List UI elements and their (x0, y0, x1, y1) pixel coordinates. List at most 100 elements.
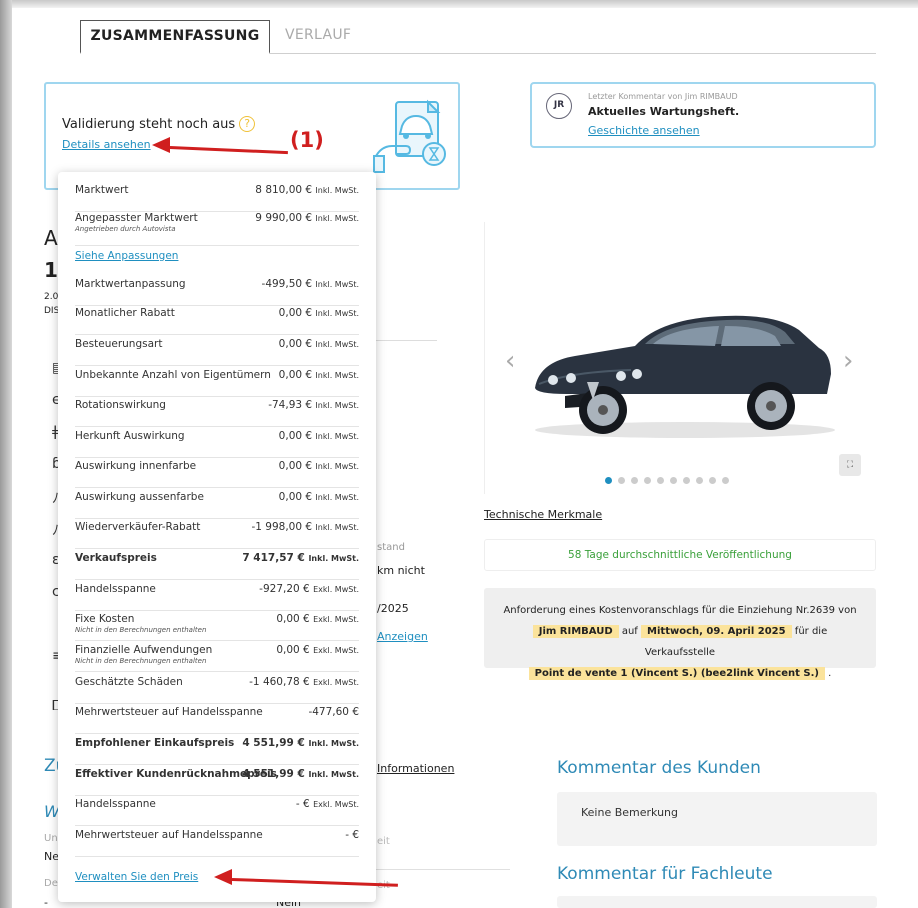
bg-divider (375, 340, 437, 341)
price-row: Besteuerungsart 0,00 € Inkl. MwSt. (75, 338, 359, 366)
quote-dot: . (828, 668, 832, 679)
tab-summary[interactable]: ZUSAMMENFASSUNG (80, 20, 270, 54)
price-row-amount: 0,00 € (278, 460, 313, 472)
price-row-value: 0,00 € Inkl. MwSt. (279, 460, 359, 472)
price-row-unit: Inkl. MwSt. (315, 462, 359, 471)
gallery-dot[interactable] (709, 477, 716, 484)
price-row-value: 0,00 € Inkl. MwSt. (279, 430, 359, 442)
expand-icon[interactable]: ⛶ (839, 454, 861, 476)
price-row-value: 0,00 € Inkl. MwSt. (279, 369, 359, 381)
bg-informationen-link[interactable]: Informationen (377, 762, 454, 775)
price-row: Auswirkung aussenfarbe 0,00 € Inkl. MwSt. (75, 491, 359, 519)
price-row-sublabel: Angetrieben durch Autovista (75, 225, 176, 233)
bg-stand: stand (377, 542, 405, 553)
technical-features-link[interactable]: Technische Merkmale (484, 508, 602, 521)
gallery-prev-button[interactable]: ‹ (505, 346, 515, 376)
price-row: Unbekannte Anzahl von Eigentümern 0,00 € … (75, 369, 359, 397)
annotation-arrowhead-2 (214, 869, 232, 885)
price-row-amount: - € (295, 798, 310, 810)
price-row-amount: 0,00 € (278, 430, 313, 442)
bg-anzeigen-link[interactable]: Anzeigen (377, 630, 428, 643)
price-row-value: -927,20 € Exkl. MwSt. (259, 583, 359, 595)
customer-comment-title: Kommentar des Kunden (557, 758, 761, 778)
price-row-unit: Inkl. MwSt. (315, 523, 359, 532)
price-row-unit: Inkl. MwSt. (315, 309, 359, 318)
price-row-amount: 0,00 € (278, 307, 313, 319)
price-row-amount: - € (345, 829, 359, 841)
price-row-amount: 4 551,99 € (242, 737, 305, 749)
price-row-label: Rotationswirkung (75, 399, 166, 411)
price-row-amount: -1 460,78 € (249, 676, 310, 688)
price-row-value: 0,00 € Exkl. MwSt. (276, 644, 359, 656)
price-row: Rotationswirkung -74,93 € Inkl. MwSt. (75, 399, 359, 427)
price-row-label: Unbekannte Anzahl von Eigentümern (75, 369, 271, 381)
car-document-illustration-icon (373, 99, 446, 173)
car-gallery: ‹ › ⛶ (484, 222, 876, 494)
history-link[interactable]: Geschichte ansehen (588, 124, 700, 137)
bg-ne: Ne (44, 850, 59, 863)
price-row: Mehrwertsteuer auf Handelsspanne -477,60 … (75, 706, 359, 734)
tab-bar: ZUSAMMENFASSUNG VERLAUF (80, 20, 876, 54)
gallery-dot[interactable] (722, 477, 729, 484)
price-row-value: -1 998,00 € Inkl. MwSt. (252, 521, 360, 533)
gallery-next-button[interactable]: › (843, 346, 853, 376)
price-row-value: 0,00 € Inkl. MwSt. (279, 307, 359, 319)
price-row-label: Handelsspanne (75, 583, 156, 595)
price-row: Mehrwertsteuer auf Handelsspanne - € (75, 829, 359, 857)
price-row-unit: Inkl. MwSt. (315, 432, 359, 441)
price-row-amount: -1 998,00 € (251, 521, 313, 533)
price-row: Marktwertanpassung -499,50 € Inkl. MwSt. (75, 278, 359, 306)
price-row-unit: Exkl. MwSt. (313, 800, 359, 809)
price-row-unit: Inkl. MwSt. (315, 401, 359, 410)
price-row: Handelsspanne - € Exkl. MwSt. (75, 798, 359, 826)
price-row-amount: 0,00 € (276, 613, 310, 625)
price-row-amount: 9 990,00 € (255, 212, 313, 224)
price-row-unit: Inkl. MwSt. (308, 739, 359, 748)
bg-heading-a: A (44, 226, 58, 250)
avatar: JR (546, 93, 572, 119)
price-row-value: -74,93 € Inkl. MwSt. (268, 399, 359, 411)
gallery-dot[interactable] (644, 477, 651, 484)
price-row: Wiederverkäufer-Rabatt -1 998,00 € Inkl. … (75, 521, 359, 549)
price-row-label: Marktwert (75, 184, 129, 196)
price-row: Effektiver Kundenrücknahmepreis 4 551,99 … (75, 768, 359, 796)
price-row-unit: Exkl. MwSt. (313, 646, 359, 655)
price-row-value: -477,60 € (308, 706, 359, 718)
price-row: Verkaufspreis 7 417,57 € Inkl. MwSt. (75, 552, 359, 580)
manage-price-link[interactable]: Verwalten Sie den Preis (75, 871, 198, 883)
gallery-dot[interactable] (670, 477, 677, 484)
price-row: Handelsspanne -927,20 € Exkl. MwSt. (75, 583, 359, 611)
bg-eit-1: eit (377, 836, 390, 847)
price-row-label: Besteuerungsart (75, 338, 163, 350)
price-row-label: Monatlicher Rabatt (75, 307, 175, 319)
gallery-dot[interactable] (657, 477, 664, 484)
price-row-unit: Inkl. MwSt. (315, 214, 359, 223)
tab-history[interactable]: VERLAUF (285, 20, 351, 54)
price-row-value: 4 551,99 € Inkl. MwSt. (242, 768, 359, 780)
price-details-popup: Siehe Anpassungen Verwalten Sie den Prei… (58, 172, 376, 902)
price-row-unit: Inkl. MwSt. (315, 493, 359, 502)
price-row-unit: Exkl. MwSt. (313, 678, 359, 687)
price-row-value: 4 551,99 € Inkl. MwSt. (242, 737, 359, 749)
bg-km: km nicht (377, 564, 425, 577)
gallery-dot[interactable] (696, 477, 703, 484)
see-adjustments-link[interactable]: Siehe Anpassungen (75, 250, 178, 262)
price-row-unit: Inkl. MwSt. (315, 340, 359, 349)
gallery-dot[interactable] (631, 477, 638, 484)
help-icon[interactable]: ? (239, 116, 256, 132)
gallery-dot[interactable] (683, 477, 690, 484)
price-row-unit: Inkl. MwSt. (315, 186, 359, 195)
car-photo (535, 315, 835, 438)
price-row-amount: 8 810,00 € (255, 184, 313, 196)
price-row-amount: 4 551,99 € (242, 768, 305, 780)
price-row: Finanzielle Aufwendungen Nicht in den Ber… (75, 644, 359, 672)
price-row-value: -1 460,78 € Exkl. MwSt. (249, 676, 359, 688)
gallery-dot[interactable] (618, 477, 625, 484)
price-row: Angepasster Marktwert Angetrieben durch A… (75, 212, 359, 246)
validation-title-text: Validierung steht noch aus (62, 117, 236, 132)
details-link[interactable]: Details ansehen (62, 138, 151, 151)
customer-comment-text: Keine Bemerkung (581, 806, 679, 819)
annotation-label: (1) (290, 128, 324, 152)
gallery-dot[interactable] (605, 477, 612, 484)
comment-text: Aktuelles Wartungsheft. (588, 105, 740, 118)
